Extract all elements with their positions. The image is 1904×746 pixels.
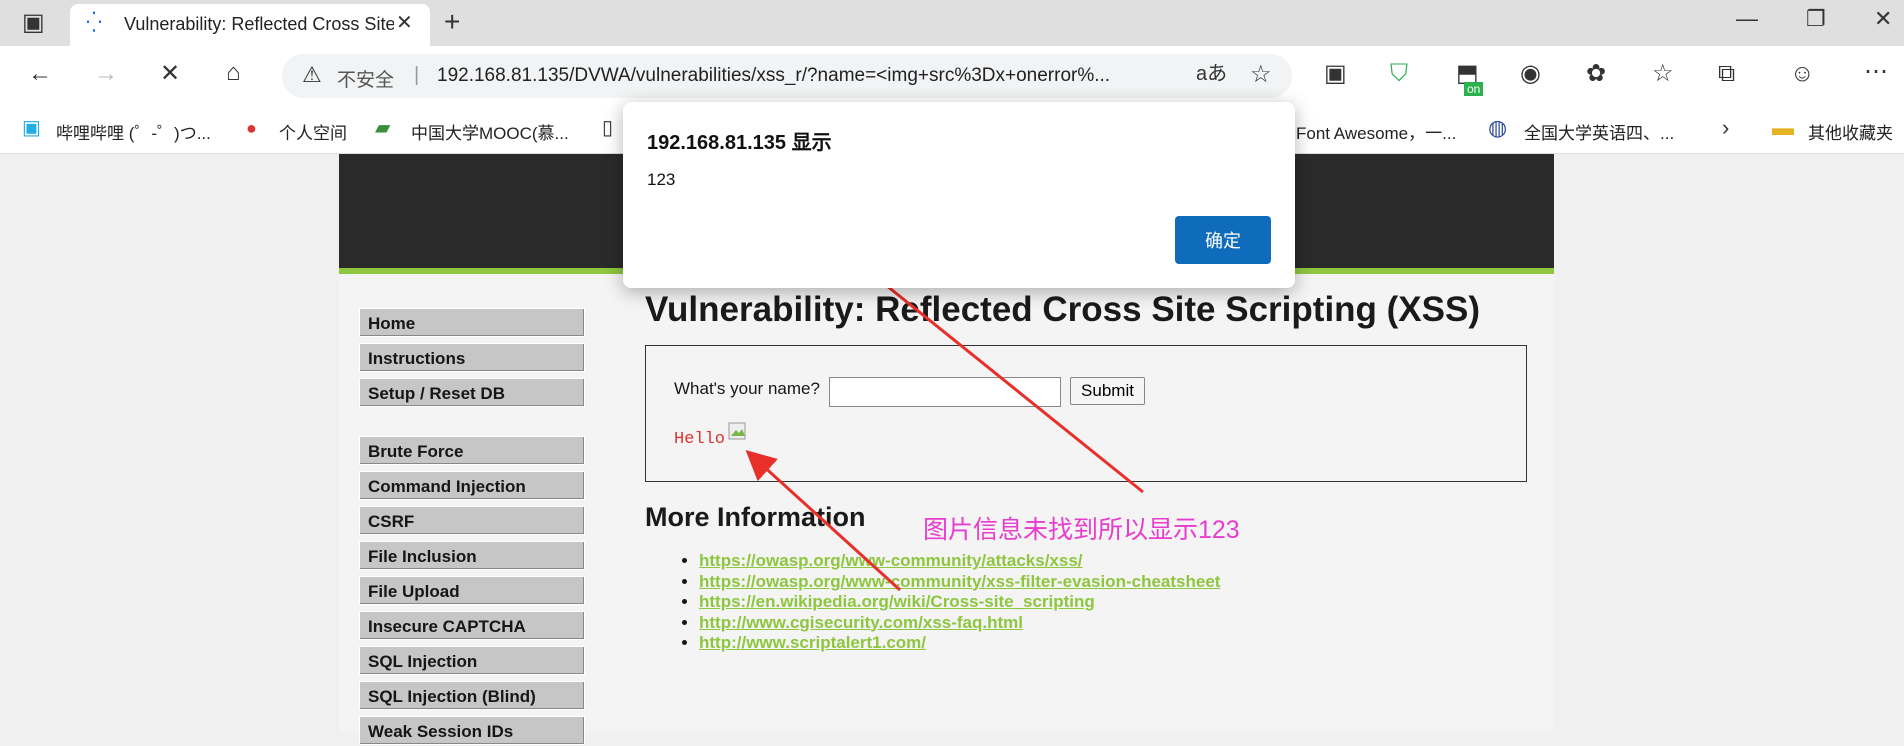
dialog-message: 123 [647,170,676,189]
dialog-title: 192.168.81.135 显示 [647,132,832,154]
ok-button[interactable]: 确定 [1175,216,1271,264]
alert-dialog: 192.168.81.135 显示 123 确定 [623,102,1295,288]
annotation-text: 图片信息未找到所以显示123 [923,516,1240,544]
arrow-to-image [745,449,902,592]
